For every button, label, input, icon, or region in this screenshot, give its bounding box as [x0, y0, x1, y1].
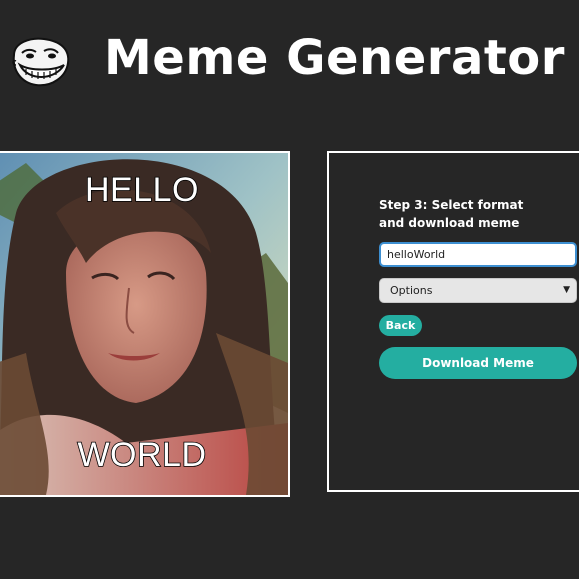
- meme-preview: HELLO WORLD: [0, 151, 290, 497]
- step-title: Step 3: Select format and download meme: [379, 198, 524, 230]
- troll-face-icon: [12, 37, 70, 87]
- page-title: Meme Generator: [104, 30, 565, 86]
- format-select-value: Options: [390, 284, 433, 297]
- format-select[interactable]: Options ▼: [379, 278, 577, 303]
- chevron-down-icon: ▼: [563, 285, 570, 295]
- download-panel: Step 3: Select format and download meme …: [327, 151, 579, 492]
- filename-input[interactable]: [379, 242, 577, 267]
- meme-top-text: HELLO: [84, 170, 199, 210]
- download-meme-button[interactable]: Download Meme: [379, 347, 577, 379]
- meme-bottom-text: WORLD: [77, 435, 207, 475]
- back-button[interactable]: Back: [379, 315, 422, 336]
